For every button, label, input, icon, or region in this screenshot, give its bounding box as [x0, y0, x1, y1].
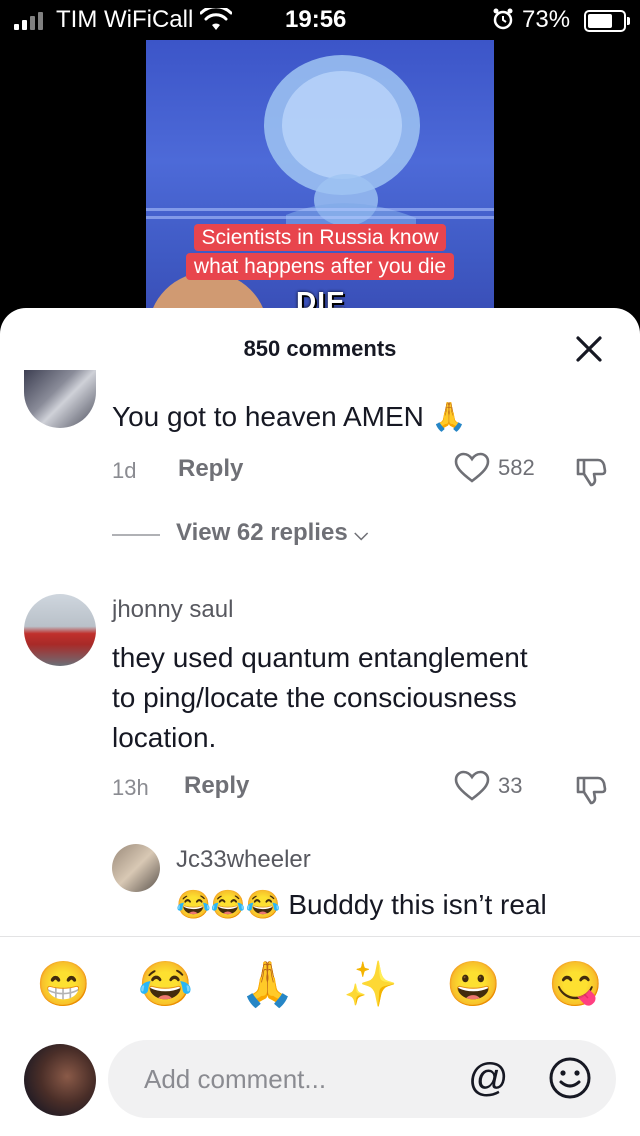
mention-button[interactable]: @ — [468, 1056, 509, 1100]
chevron-down-icon: ⌵ — [354, 524, 368, 544]
user-avatar[interactable] — [24, 1044, 96, 1116]
carrier-name: TIM WiFiCall — [56, 6, 194, 33]
grinning-emoji-button[interactable]: 😁 — [36, 958, 91, 1012]
replies-divider-line — [112, 534, 160, 536]
battery-icon — [584, 10, 630, 32]
comment-composer[interactable]: @ — [108, 1040, 616, 1118]
reply-button[interactable]: Reply — [178, 455, 243, 483]
signal-icon — [14, 12, 43, 30]
dislike-icon[interactable] — [574, 454, 608, 488]
comment-username[interactable]: jhonny saul — [112, 596, 233, 624]
avatar[interactable] — [24, 594, 96, 666]
video-overlay-text: DIE — [296, 286, 346, 310]
reply-text: 😂😂😂 Budddy this isn’t real — [176, 889, 547, 920]
avatar[interactable] — [24, 370, 96, 428]
comments-sheet: 850 comments You got to heaven AMEN 🙏 1d… — [0, 308, 640, 1136]
heart-icon — [454, 452, 490, 483]
smiley-emoji-button[interactable]: 😀 — [446, 958, 501, 1012]
wifi-icon — [200, 8, 232, 30]
comment-age: 1d — [112, 458, 137, 483]
video-preview[interactable]: Scientists in Russia know what happens a… — [146, 40, 494, 310]
like-button[interactable]: 582 — [454, 452, 535, 484]
folded-hands-emoji-button[interactable]: 🙏 — [240, 958, 295, 1012]
comment-age: 13h — [112, 775, 149, 800]
emoji-picker-icon[interactable] — [548, 1056, 592, 1100]
view-replies-button[interactable]: View 62 replies ⌵ — [176, 519, 368, 547]
composer-divider — [0, 936, 640, 937]
avatar[interactable] — [112, 844, 160, 892]
alarm-icon — [493, 8, 513, 30]
sparkles-emoji-button[interactable]: ✨ — [343, 958, 398, 1012]
clock: 19:56 — [285, 6, 347, 33]
folded-hands-emoji: 🙏 — [431, 401, 467, 432]
dislike-icon[interactable] — [574, 772, 608, 806]
laughing-emoji-button[interactable]: 😂 — [138, 958, 193, 1012]
reply-username[interactable]: Jc33wheeler — [176, 846, 311, 874]
status-bar: TIM WiFiCall 19:56 73% — [0, 0, 640, 40]
comment-text: You got to heaven AMEN 🙏 — [112, 401, 467, 432]
quick-emoji-row: 😁 😂 🙏 ✨ 😀 😋 — [0, 958, 640, 1018]
like-count: 33 — [498, 773, 523, 798]
reply-button[interactable]: Reply — [184, 772, 249, 800]
battery-percent: 73% — [522, 6, 571, 33]
yum-emoji-button[interactable]: 😋 — [548, 958, 603, 1012]
video-caption: Scientists in Russia know what happens a… — [158, 223, 482, 281]
comments-count-title: 850 comments — [243, 336, 397, 361]
like-count: 582 — [498, 455, 535, 480]
close-icon[interactable] — [572, 332, 606, 366]
like-button[interactable]: 33 — [454, 770, 522, 802]
add-comment-input[interactable] — [142, 1058, 446, 1100]
heart-icon — [454, 770, 490, 801]
laughing-emojis: 😂😂😂 — [176, 889, 281, 920]
comment-text: they used quantum entanglement to ping/l… — [112, 642, 528, 753]
